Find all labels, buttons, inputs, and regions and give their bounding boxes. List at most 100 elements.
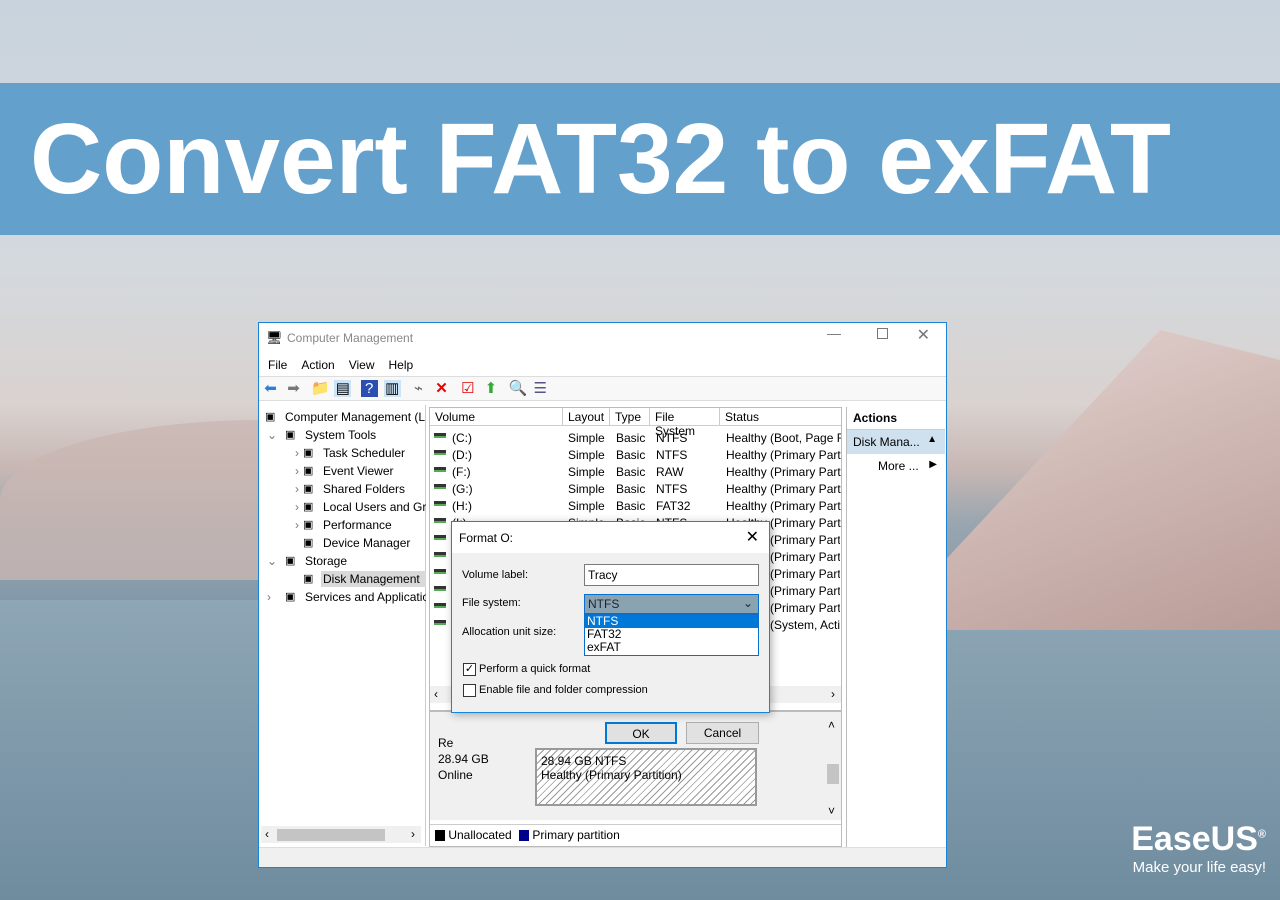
cancel-button[interactable]: Cancel (686, 722, 759, 744)
table-row[interactable]: (H:) Simple Basic FAT32 Healthy (Primary Par… (430, 497, 841, 514)
file-system-select[interactable]: NTFS ⌄ (584, 594, 759, 614)
cell: (Primary Part (770, 567, 840, 581)
column-type[interactable]: Type (610, 408, 650, 426)
tree-item[interactable]: Task Scheduler (321, 445, 426, 461)
drive-icon (434, 535, 446, 540)
connect-icon[interactable]: ⌁ (410, 380, 427, 397)
option-exfat[interactable]: exFAT (585, 641, 758, 654)
quick-format-label: Perform a quick format (479, 663, 591, 675)
properties-icon[interactable]: ☰ (532, 380, 549, 397)
compression-checkbox[interactable] (463, 684, 476, 697)
tree-horizontal-scrollbar[interactable]: ‹ › (261, 826, 421, 843)
drive-icon (434, 569, 446, 574)
drive-icon (434, 552, 446, 557)
legend: Unallocated Primary partition (430, 824, 841, 846)
cell: (Primary Part (770, 601, 840, 615)
tree-item[interactable]: Storage (303, 553, 426, 569)
expand-arrow-icon[interactable]: › (295, 464, 299, 478)
legend-primary: Primary partition (532, 828, 620, 842)
allocation-unit-label: Allocation unit size: (462, 626, 557, 638)
cell: NTFS (656, 482, 688, 496)
tree-item[interactable]: Computer Management (L (283, 409, 426, 425)
tree-node-icon: ▣ (303, 573, 314, 585)
ok-button[interactable]: OK (605, 722, 677, 744)
table-row[interactable]: (G:) Simple Basic NTFS Healthy (Primary Part (430, 480, 841, 497)
cell: (Primary Part (770, 584, 840, 598)
maximize-button[interactable] (877, 328, 888, 339)
partition-block[interactable]: 28.94 GB NTFS Healthy (Primary Partition… (535, 748, 757, 806)
cell: Healthy (Primary Part (726, 448, 841, 462)
help-icon[interactable]: ? (360, 380, 378, 397)
cell: Healthy (Boot, Page F (726, 431, 841, 445)
tree-item[interactable]: Services and Applicatio (303, 589, 426, 605)
brand-tagline: Make your life easy! (1132, 859, 1266, 876)
disk-vertical-scrollbar[interactable]: ˄ ˅ (824, 712, 841, 822)
expand-arrow-icon[interactable]: › (295, 500, 299, 514)
dialog-close-button[interactable]: ✕ (746, 527, 759, 547)
file-system-dropdown: NTFS FAT32 exFAT (584, 614, 759, 656)
tree-node-icon: ▣ (303, 447, 314, 459)
actions-more[interactable]: More ... ▶ (847, 454, 945, 473)
close-button[interactable]: ✕ (917, 325, 930, 345)
up-folder-icon[interactable]: 📁 (311, 380, 330, 397)
tree-item[interactable]: System Tools (303, 427, 426, 443)
search-icon[interactable]: 🔍 (509, 380, 528, 397)
brand-name: EaseUS (1131, 820, 1258, 858)
quick-format-checkbox[interactable]: ✓ (463, 663, 476, 676)
actions-disk-management[interactable]: Disk Mana... ▲ (847, 430, 945, 454)
tree-item[interactable]: Performance (321, 517, 426, 533)
show-hide-tree-icon[interactable]: ▤ (334, 380, 352, 397)
title-banner: Convert FAT32 to exFAT (0, 83, 1280, 235)
unallocated-swatch (435, 830, 445, 842)
file-system-label: File system: (462, 597, 521, 609)
tree-item[interactable]: Event Viewer (321, 463, 426, 479)
expand-arrow-icon[interactable]: ⌄ (267, 428, 277, 442)
menu-help[interactable]: Help (389, 358, 414, 372)
column-layout[interactable]: Layout (563, 408, 610, 426)
cell: (H:) (452, 499, 472, 513)
disk-name: Re (438, 736, 454, 750)
back-arrow-icon[interactable]: ⬅ (262, 380, 279, 397)
menu-action[interactable]: Action (301, 358, 334, 372)
expand-arrow-icon[interactable]: › (295, 446, 299, 460)
drive-icon (434, 603, 446, 608)
expand-arrow-icon[interactable]: › (295, 482, 299, 496)
status-bar (259, 847, 946, 867)
dialog-title: Format O: (459, 531, 514, 545)
volume-label-input[interactable] (584, 564, 759, 586)
drive-icon (434, 433, 446, 438)
tree-item[interactable]: Shared Folders (321, 481, 426, 497)
menu-bar: File Action View Help (268, 358, 427, 372)
volume-label-label: Volume label: (462, 569, 529, 581)
menu-file[interactable]: File (268, 358, 287, 372)
cell: (C:) (452, 431, 472, 445)
tree-node-icon: ▣ (303, 537, 314, 549)
cell: (System, Acti (770, 618, 840, 632)
tree-node-icon: ▣ (303, 483, 314, 495)
upload-icon[interactable]: ⬆ (482, 380, 499, 397)
partition-size: 28.94 GB NTFS (541, 754, 627, 768)
forward-arrow-icon[interactable]: ➡ (285, 380, 302, 397)
expand-arrow-icon[interactable]: › (295, 518, 299, 532)
tree-item[interactable]: Local Users and Gro (321, 499, 426, 515)
table-row[interactable]: (C:) Simple Basic NTFS Healthy (Boot, Page F (430, 429, 841, 446)
minimize-button[interactable]: — (827, 325, 841, 341)
app-icon: 🖥 (266, 330, 283, 345)
tree-item[interactable]: Device Manager (321, 535, 426, 551)
menu-view[interactable]: View (349, 358, 375, 372)
expand-arrow-icon[interactable]: › (267, 590, 271, 604)
column-file-system[interactable]: File System (650, 408, 720, 438)
cell: Healthy (Primary Part (726, 465, 841, 479)
column-volume[interactable]: Volume (430, 408, 563, 426)
column-status[interactable]: Status (720, 408, 841, 426)
table-row[interactable]: (D:) Simple Basic NTFS Healthy (Primary Part (430, 446, 841, 463)
drive-icon (434, 450, 446, 455)
action-pane-icon[interactable]: ▥ (383, 380, 401, 397)
expand-arrow-icon[interactable]: ⌄ (267, 554, 277, 568)
check-icon[interactable]: ☑ (459, 380, 476, 397)
table-row[interactable]: (F:) Simple Basic RAW Healthy (Primary Part (430, 463, 841, 480)
tree-item[interactable]: Disk Management (321, 571, 426, 587)
drive-icon (434, 484, 446, 489)
delete-icon[interactable]: ✕ (433, 380, 450, 397)
disk-state: Online (438, 768, 473, 782)
